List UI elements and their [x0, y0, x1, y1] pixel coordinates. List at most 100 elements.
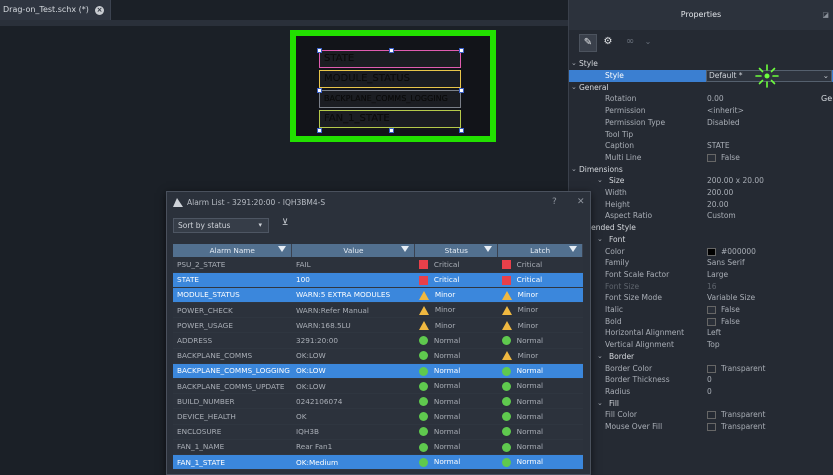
table-row[interactable]: ENCLOSURE IQH3B Normal Normal — [173, 424, 583, 440]
brush-icon[interactable]: ✎ — [579, 34, 597, 52]
property-section[interactable]: ⌄ Style — [569, 58, 833, 69]
property-row[interactable]: Permission <inherit> — [569, 105, 833, 116]
property-value[interactable]: <inherit> — [707, 105, 744, 116]
table-row[interactable]: MODULE_STATUS WARN:5 EXTRA MODULES Minor Mi… — [173, 287, 583, 304]
property-row[interactable]: Width 200.00 — [569, 187, 833, 198]
property-value[interactable]: STATE — [707, 140, 730, 151]
resize-handle[interactable] — [389, 48, 394, 53]
property-row-style[interactable]: Style Default * ⌄ — [569, 63, 833, 88]
property-value[interactable]: Top — [707, 339, 720, 350]
property-value[interactable]: Custom — [707, 210, 736, 221]
dialog-title-bar[interactable]: Alarm List - 3291:20:00 - IQH3BM4-S ? ✕ — [167, 192, 590, 213]
sort-select[interactable]: Sort by status ▾ — [173, 218, 269, 233]
table-row[interactable]: BACKPLANE_COMMS_UPDATE OK:LOW Normal Normal — [173, 378, 583, 395]
collapse-icon[interactable]: ⌄ — [597, 175, 603, 186]
color-swatch[interactable] — [707, 247, 716, 256]
property-row[interactable]: Italic False — [569, 304, 833, 315]
table-row[interactable]: PSU_2_STATE FAIL Critical Critical — [173, 257, 583, 273]
property-value[interactable]: Left — [707, 327, 721, 338]
property-row[interactable]: Horizontal Alignment Left — [569, 327, 833, 338]
selected-components[interactable]: STATE MODULE_STATUS BACKPLANE_COMMS_LOGG… — [317, 48, 465, 148]
property-row[interactable]: Rotation 0.00 — [569, 93, 833, 104]
property-value[interactable]: Transparent — [707, 421, 765, 432]
property-value[interactable]: False — [707, 152, 740, 163]
chevron-down-icon[interactable]: ⌄ — [639, 34, 657, 52]
table-row[interactable]: STATE 100 Critical Critical — [173, 272, 583, 288]
collapse-icon[interactable]: ⌄ — [597, 351, 603, 362]
resize-handle[interactable] — [317, 128, 322, 133]
gear-icon[interactable]: ⚙ — [599, 34, 617, 52]
color-swatch[interactable] — [707, 411, 716, 420]
property-row[interactable]: Multi Line False — [569, 152, 833, 163]
collapse-icon[interactable]: ⌄ — [571, 164, 577, 175]
column-header-latch[interactable]: Latch — [497, 244, 583, 257]
clear-filter-icon[interactable]: ⊻ — [278, 216, 292, 230]
property-row[interactable]: Font Size Mode Variable Size — [569, 292, 833, 303]
property-row[interactable]: Mouse Over Fill Transparent — [569, 421, 833, 432]
property-subsection[interactable]: ⌄ Font — [569, 234, 833, 245]
filter-icon[interactable] — [401, 246, 410, 252]
table-row[interactable]: BUILD_NUMBER 0242106074 Normal Normal — [173, 393, 583, 410]
table-row[interactable]: ADDRESS 3291:20:00 Normal Normal — [173, 332, 583, 349]
document-tab[interactable]: Drag-on_Test.schx (*) × — [0, 0, 111, 20]
filter-icon[interactable] — [484, 246, 493, 252]
canvas-label-module-status[interactable]: MODULE_STATUS — [319, 70, 461, 88]
collapse-icon[interactable]: ⌄ — [597, 234, 603, 245]
link-icon[interactable]: ∞ — [621, 34, 639, 52]
property-value[interactable]: False — [707, 304, 740, 315]
property-value[interactable]: Transparent — [707, 363, 765, 374]
close-tab-icon[interactable]: × — [95, 6, 104, 15]
property-subsection[interactable]: ⌄ Fill — [569, 398, 833, 409]
column-header-value[interactable]: Value — [291, 244, 416, 257]
checkbox[interactable] — [707, 317, 716, 326]
property-subsection[interactable]: ⌄ Size 200.00 x 20.00 — [569, 175, 833, 186]
property-row[interactable]: Aspect Ratio Custom — [569, 210, 833, 221]
collapse-icon[interactable]: ⌄ — [597, 398, 603, 409]
property-row[interactable]: Bold False — [569, 316, 833, 327]
property-row[interactable]: Font Size 16 — [569, 281, 833, 292]
resize-handle[interactable] — [459, 88, 464, 93]
canvas-label-fan-1-state[interactable]: FAN_1_STATE — [319, 110, 461, 128]
property-value[interactable]: Disabled — [707, 117, 740, 128]
property-row[interactable]: Fill Color Transparent — [569, 409, 833, 420]
property-value[interactable]: 200.00 — [707, 187, 733, 198]
filter-icon[interactable] — [569, 246, 577, 252]
property-value[interactable]: 20.00 — [707, 199, 728, 210]
property-section[interactable]: ⌄ General — [569, 82, 833, 93]
property-row[interactable]: Border Thickness 0 — [569, 374, 833, 385]
resize-handle[interactable] — [459, 48, 464, 53]
property-value[interactable]: False — [707, 316, 740, 327]
property-row[interactable]: Caption STATE — [569, 140, 833, 151]
close-button[interactable]: ✕ — [577, 192, 585, 213]
property-value[interactable]: Variable Size — [707, 292, 755, 303]
table-row[interactable]: POWER_USAGE WARN:168.5LU Minor Minor — [173, 317, 583, 334]
color-swatch[interactable] — [707, 423, 716, 431]
column-header-status[interactable]: Status — [414, 244, 499, 257]
column-header-alarm-name[interactable]: Alarm Name — [173, 244, 293, 257]
property-row[interactable]: Font Scale Factor Large — [569, 269, 833, 280]
property-row[interactable]: Vertical Alignment Top — [569, 339, 833, 350]
color-swatch[interactable] — [707, 364, 716, 373]
property-row[interactable]: Permission Type Disabled — [569, 117, 833, 128]
property-value[interactable]: 0 — [707, 386, 712, 397]
resize-handle[interactable] — [389, 128, 394, 133]
pin-icon[interactable]: ◪ — [822, 0, 829, 30]
property-value[interactable]: Sans Serif — [707, 257, 745, 268]
property-value[interactable]: 200.00 x 20.00 — [707, 175, 764, 186]
property-subsection[interactable]: ⌄ Border — [569, 351, 833, 362]
collapse-icon[interactable]: ⌄ — [571, 58, 577, 69]
checkbox[interactable] — [707, 153, 716, 162]
resize-handle[interactable] — [459, 128, 464, 133]
property-row[interactable]: Radius 0 — [569, 386, 833, 397]
property-value[interactable]: #000000 — [707, 246, 756, 257]
general-button[interactable]: Ge — [821, 94, 832, 103]
property-row[interactable]: Tool Tip — [569, 129, 833, 140]
canvas-label-backplane-comms-logging[interactable]: BACKPLANE_COMMS_LOGGING — [319, 90, 461, 108]
table-row[interactable]: FAN_1_STATE OK:Medium Normal Normal — [173, 454, 583, 471]
property-value[interactable]: 0 — [707, 374, 712, 385]
filter-icon[interactable] — [278, 246, 287, 252]
resize-handle[interactable] — [317, 88, 322, 93]
property-section[interactable]: ⌄ Dimensions — [569, 164, 833, 175]
property-value[interactable]: 0.00 — [707, 93, 724, 104]
property-row[interactable]: Border Color Transparent — [569, 363, 833, 374]
